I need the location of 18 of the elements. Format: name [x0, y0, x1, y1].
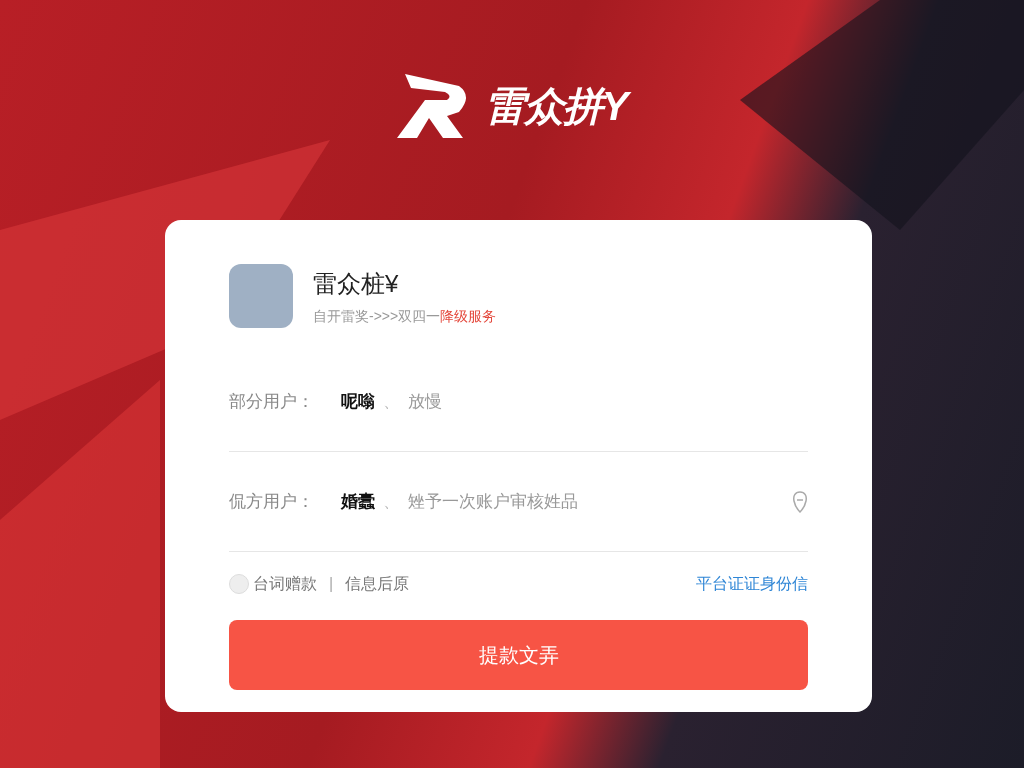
field-value: 婚蠹 — [341, 490, 375, 513]
separator-text: | — [329, 574, 334, 594]
profile-subtitle: 自开雷奖->>>双四一 — [313, 306, 441, 326]
profile-subtitle-highlight: 降级服务 — [440, 306, 497, 326]
info-link[interactable]: 信息后原 — [345, 572, 410, 596]
avatar-photo-placeholder — [229, 264, 293, 328]
profile-name: 雷众桩¥ — [313, 268, 400, 299]
separator-text: 、 — [383, 490, 400, 513]
field-value: 呢嗡 — [341, 390, 375, 413]
submit-button[interactable]: 提款文弄 — [229, 620, 808, 690]
field-label: 部分用户： — [229, 390, 315, 413]
agreement-checkbox[interactable] — [229, 574, 249, 594]
agreement-label: 台词赠款 — [253, 574, 317, 594]
verify-identity-link[interactable]: 平台证证身份信 — [696, 572, 808, 596]
input-field[interactable]: 矬予一次账户审核姓品 — [408, 488, 792, 515]
input-field[interactable]: 放慢 — [408, 388, 808, 415]
separator-text: 、 — [383, 390, 400, 413]
field-label: 侃方用户： — [229, 490, 315, 513]
